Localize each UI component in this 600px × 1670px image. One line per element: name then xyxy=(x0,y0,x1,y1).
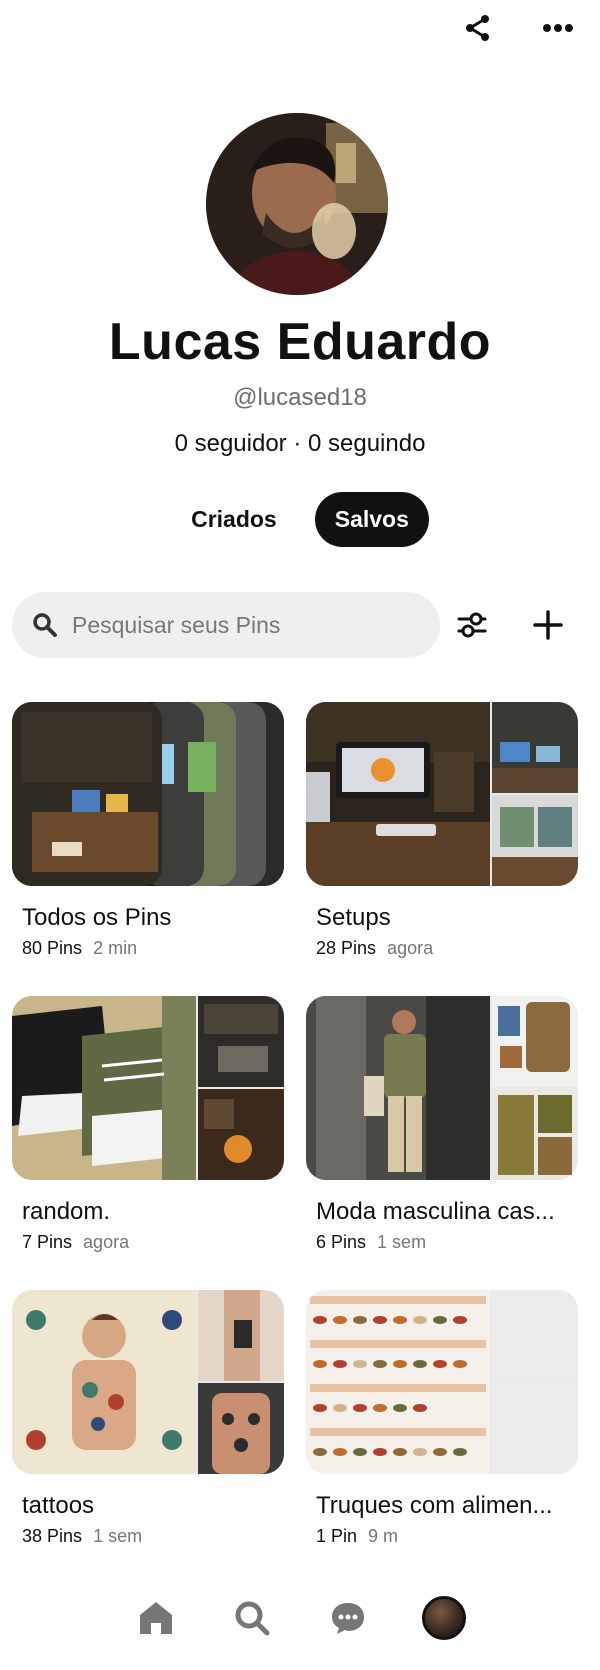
search-input[interactable] xyxy=(70,610,404,640)
home-icon xyxy=(140,1602,172,1634)
board-cover-thumb xyxy=(198,1089,284,1180)
board-pin-count: 80 Pins xyxy=(22,938,83,958)
nav-messages[interactable] xyxy=(324,1594,372,1642)
board-cover-main xyxy=(306,996,490,1180)
board-updated-time: 1 sem xyxy=(377,1232,427,1252)
board-cover-thumb xyxy=(492,1089,578,1180)
board-cover-main xyxy=(306,1290,490,1474)
board-pin-count: 1 Pin xyxy=(316,1526,358,1546)
board-card[interactable]: Moda masculina cas... 6 Pins 1 sem xyxy=(306,996,578,1253)
board-meta: 38 Pins 1 sem xyxy=(22,1526,284,1547)
board-cover-thumb xyxy=(492,795,578,886)
board-cover xyxy=(12,1290,284,1474)
board-meta: 1 Pin 9 m xyxy=(316,1526,578,1547)
tab-salvos[interactable]: Salvos xyxy=(314,492,429,547)
board-pin-count: 38 Pins xyxy=(22,1526,83,1546)
search-icon xyxy=(33,613,57,637)
profile-handle: @lucased18 xyxy=(233,384,367,411)
board-cover-empty xyxy=(492,1383,578,1474)
filter-icon xyxy=(457,612,487,638)
board-cover xyxy=(12,996,284,1180)
profile-name: Lucas Eduardo xyxy=(108,313,492,371)
board-pin-count: 6 Pins xyxy=(316,1232,367,1252)
search-bar[interactable] xyxy=(12,592,440,658)
more-icon xyxy=(543,24,573,32)
board-cover-thumb xyxy=(198,1383,284,1474)
nav-profile[interactable] xyxy=(420,1594,468,1642)
share-button[interactable] xyxy=(458,8,498,48)
top-bar xyxy=(458,8,578,48)
board-cover-main xyxy=(12,1290,196,1474)
board-meta: 7 Pins agora xyxy=(22,1232,284,1253)
board-updated-time: 2 min xyxy=(93,938,138,958)
more-options-button[interactable] xyxy=(538,8,578,48)
board-cover-thumb xyxy=(492,996,578,1087)
add-button[interactable] xyxy=(528,605,568,645)
chat-icon xyxy=(332,1603,364,1634)
board-card[interactable]: Setups 28 Pins agora xyxy=(306,702,578,959)
board-cover xyxy=(306,702,578,886)
board-updated-time: agora xyxy=(387,938,434,958)
board-cover-thumb xyxy=(492,702,578,793)
nav-home[interactable] xyxy=(132,1594,180,1642)
board-cover-empty xyxy=(492,1290,578,1381)
board-cover-thumb xyxy=(198,996,284,1087)
board-cover xyxy=(306,996,578,1180)
search-row xyxy=(12,592,588,658)
board-cover-main xyxy=(12,996,196,1180)
board-title: Truques com alimen... xyxy=(316,1492,553,1519)
avatar xyxy=(422,1596,466,1640)
filter-button[interactable] xyxy=(452,605,492,645)
follow-counts[interactable]: 0 seguidor · 0 seguindo xyxy=(0,430,600,458)
board-title: Todos os Pins xyxy=(22,904,172,931)
search-icon xyxy=(235,1601,270,1636)
board-card[interactable]: Todos os Pins 80 Pins 2 min xyxy=(12,702,284,959)
board-cover-thumb xyxy=(198,1290,284,1381)
board-cover xyxy=(12,702,284,886)
board-title: Setups xyxy=(316,904,391,931)
share-icon xyxy=(466,15,489,41)
board-updated-time: 9 m xyxy=(368,1526,399,1546)
board-updated-time: 1 sem xyxy=(93,1526,143,1546)
avatar-photo xyxy=(206,113,388,295)
profile-page: Lucas Eduardo @lucased18 0 seguidor · 0 … xyxy=(0,0,600,1670)
board-pin-count: 28 Pins xyxy=(316,938,377,958)
board-title: random. xyxy=(22,1198,111,1225)
board-updated-time: agora xyxy=(83,1232,130,1252)
plus-icon xyxy=(533,610,563,640)
board-card[interactable]: tattoos 38 Pins 1 sem xyxy=(12,1290,284,1547)
board-card[interactable]: Truques com alimen... 1 Pin 9 m xyxy=(306,1290,578,1547)
board-cover xyxy=(306,1290,578,1474)
board-cover-main xyxy=(306,702,490,886)
board-title: Moda masculina cas... xyxy=(316,1198,555,1225)
board-pin-count: 7 Pins xyxy=(22,1232,73,1252)
profile-tabs: Criados Salvos xyxy=(0,492,600,547)
tab-criados[interactable]: Criados xyxy=(171,492,297,547)
board-title: tattoos xyxy=(22,1492,95,1519)
board-cover-collage xyxy=(12,702,284,886)
bottom-nav xyxy=(0,1594,600,1642)
board-meta: 80 Pins 2 min xyxy=(22,938,284,959)
board-meta: 6 Pins 1 sem xyxy=(316,1232,578,1253)
board-meta: 28 Pins agora xyxy=(316,938,578,959)
nav-search[interactable] xyxy=(228,1594,276,1642)
profile-avatar[interactable] xyxy=(206,113,388,295)
board-card[interactable]: random. 7 Pins agora xyxy=(12,996,284,1253)
